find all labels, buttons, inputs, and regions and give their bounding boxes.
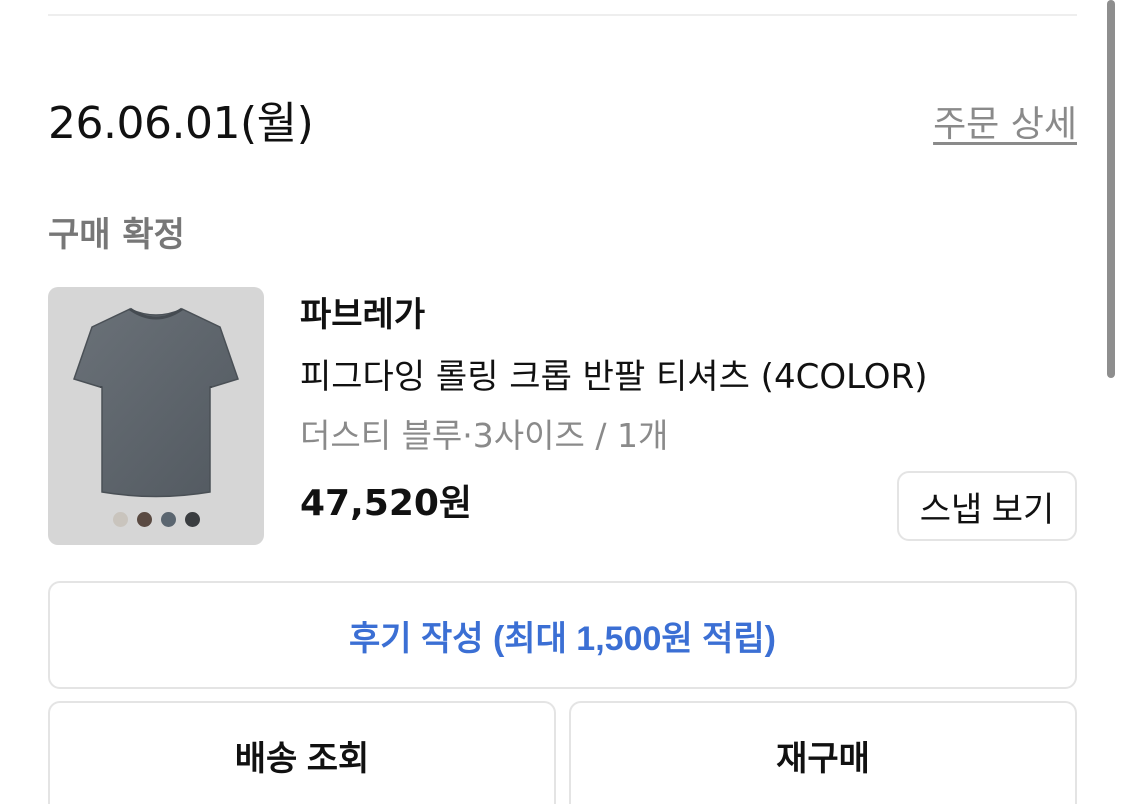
color-swatches [48,512,264,527]
top-divider [48,14,1077,16]
swatch-4 [184,512,200,527]
tshirt-icon [73,307,239,498]
track-shipping-button[interactable]: 배송 조회 [48,701,556,804]
rebuy-button[interactable]: 재구매 [569,701,1077,804]
order-detail-link[interactable]: 주문 상세 [933,100,1077,150]
product-brand[interactable]: 파브레가 [300,290,425,340]
order-date: 26.06.01(월) [48,98,314,149]
order-card-page: 26.06.01(월) 주문 상세 구매 확정 파브레가 피그다잉 롤링 크롭 … [0,0,1125,804]
swatch-2 [136,512,152,527]
product-name[interactable]: 피그다잉 롤링 크롭 반팔 티셔츠 (4COLOR) [300,352,927,402]
write-review-button[interactable]: 후기 작성 (최대 1,500원 적립) [48,581,1077,689]
product-price: 47,520원 [300,483,473,524]
product-image[interactable] [48,287,264,545]
snap-view-button[interactable]: 스냅 보기 [897,471,1077,541]
product-option: 더스티 블루·3사이즈 / 1개 [300,416,669,455]
swatch-3 [160,512,176,527]
swatch-1 [112,512,128,527]
scrollbar[interactable] [1107,0,1115,378]
order-status: 구매 확정 [48,215,185,255]
